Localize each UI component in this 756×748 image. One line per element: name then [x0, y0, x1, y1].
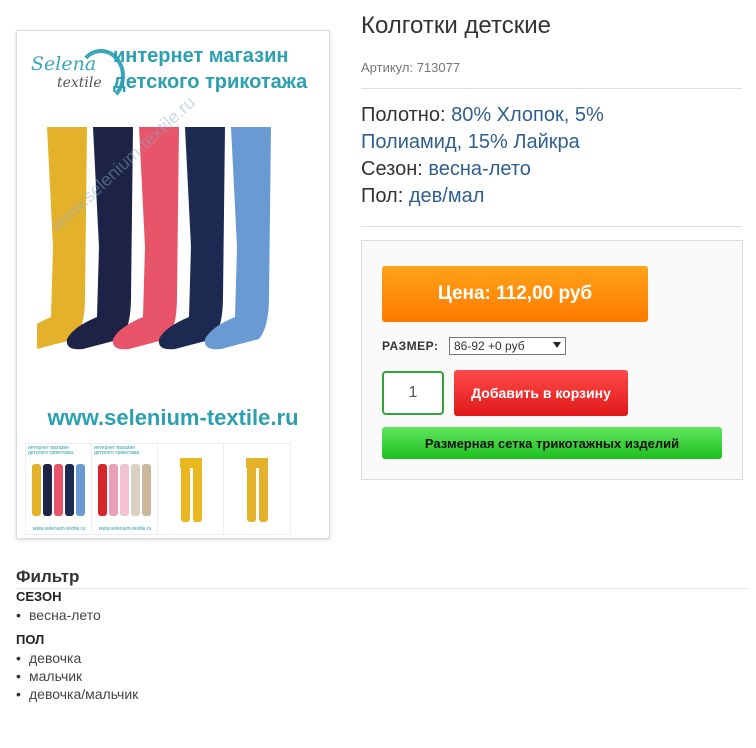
product-title: Колготки детские [361, 12, 551, 39]
thumbnail-leg [193, 466, 202, 522]
thumbnail-caption: интернет магазин детского трикотажа [28, 445, 74, 456]
divider [361, 226, 742, 227]
size-selected-value: 86-92 +0 руб [454, 339, 525, 353]
thumbnail-illustration [98, 464, 151, 516]
filter-item[interactable]: девочка [16, 649, 748, 667]
property-season: Сезон: весна-лето [361, 156, 742, 183]
chevron-down-icon [553, 342, 561, 348]
thumbnail-leg [109, 464, 118, 516]
thumbnail-leg [247, 466, 256, 522]
property-value: Полиамид, 15% Лайкра [361, 131, 580, 153]
shop-title: интернет магазин детского трикотажа [113, 45, 308, 93]
site-url: www.selenium-textile.ru [47, 405, 299, 430]
property-fabric-cont: Полиамид, 15% Лайкра [361, 129, 742, 156]
thumbnail-strip: интернет магазин детского трикотажа www.s… [17, 443, 329, 535]
property-value: дев/мал [408, 185, 485, 207]
property-label: Сезон: [361, 158, 423, 180]
property-gender: Пол: дев/мал [361, 183, 742, 210]
property-label: Полотно: [361, 104, 446, 126]
property-value: весна-лето [428, 158, 531, 180]
property-label: Пол: [361, 185, 404, 207]
sku-line: Артикул: 713077 [361, 60, 460, 75]
filter-panel: Фильтр СЕЗОН весна-лето ПОЛ девочка маль… [16, 567, 748, 703]
product-gallery: Selena textile интернет магазин детского… [16, 30, 330, 539]
quantity-input[interactable]: 1 [382, 371, 444, 415]
tights-leg [37, 127, 87, 349]
filter-group-title-gender: ПОЛ [16, 632, 45, 647]
product-main-image[interactable]: Selena textile интернет магазин детского… [17, 31, 329, 436]
thumbnail-leg [131, 464, 140, 516]
property-fabric: Полотно: 80% Хлопок, 5% [361, 102, 742, 129]
logo-text-textile: textile [57, 75, 102, 91]
thumbnail[interactable] [223, 443, 291, 535]
filter-item[interactable]: весна-лето [16, 606, 748, 624]
thumbnail[interactable] [157, 443, 225, 535]
size-chart-button[interactable]: Размерная сетка трикотажных изделий [382, 427, 722, 459]
product-properties: Полотно: 80% Хлопок, 5% Полиамид, 15% Ла… [361, 102, 742, 210]
sku-label: Артикул: [361, 60, 414, 75]
thumbnail-caption [160, 446, 222, 454]
brand-logo: Selena textile [29, 47, 125, 107]
filter-group-title-season: СЕЗОН [16, 589, 62, 604]
filter-link[interactable]: весна-лето [29, 607, 101, 623]
thumbnail[interactable]: интернет магазин детского трикотажа www.s… [91, 443, 159, 535]
tights-illustration [37, 127, 271, 350]
property-value: 80% Хлопок, 5% [451, 104, 604, 126]
thumbnail-illustration [246, 458, 268, 522]
size-label: РАЗМЕР: [382, 339, 439, 353]
filter-list-season: весна-лето [16, 606, 748, 624]
price-button[interactable]: Цена: 112,00 руб [382, 266, 648, 322]
thumbnail-leg [142, 464, 151, 516]
filter-link[interactable]: девочка [29, 650, 81, 666]
thumbnail[interactable]: интернет магазин детского трикотажа www.s… [25, 443, 93, 535]
thumbnail-leg [54, 464, 63, 516]
filter-title: Фильтр [16, 567, 80, 586]
thumbnail-leg [259, 466, 268, 522]
thumbnail-leg [76, 464, 85, 516]
thumbnail-caption [226, 446, 288, 454]
filter-link[interactable]: девочка/мальчик [29, 686, 138, 702]
thumbnail-illustration [180, 458, 202, 522]
thumbnail-leg [43, 464, 52, 516]
add-to-cart-button[interactable]: Добавить в корзину [454, 370, 628, 416]
thumbnail-footer: www.selenium-textile.ru [32, 526, 86, 532]
thumbnail-leg [120, 464, 129, 516]
sku-value: 713077 [416, 60, 461, 75]
filter-item[interactable]: мальчик [16, 667, 748, 685]
thumbnail-caption: интернет магазин детского трикотажа [94, 445, 140, 456]
filter-item[interactable]: девочка/мальчик [16, 685, 748, 703]
thumbnail-illustration [32, 464, 85, 516]
filter-link[interactable]: мальчик [29, 668, 82, 684]
buy-box: Цена: 112,00 руб РАЗМЕР: 86-92 +0 руб 1 … [361, 240, 743, 480]
thumbnail-leg [65, 464, 74, 516]
thumbnail-leg [181, 466, 190, 522]
logo-text-selena: Selena [31, 53, 97, 75]
filter-list-gender: девочка мальчик девочка/мальчик [16, 649, 748, 703]
thumbnail-leg [32, 464, 41, 516]
divider [361, 88, 742, 89]
size-select[interactable]: 86-92 +0 руб [449, 337, 566, 355]
thumbnail-footer: www.selenium-textile.ru [98, 526, 152, 532]
thumbnail-leg [98, 464, 107, 516]
